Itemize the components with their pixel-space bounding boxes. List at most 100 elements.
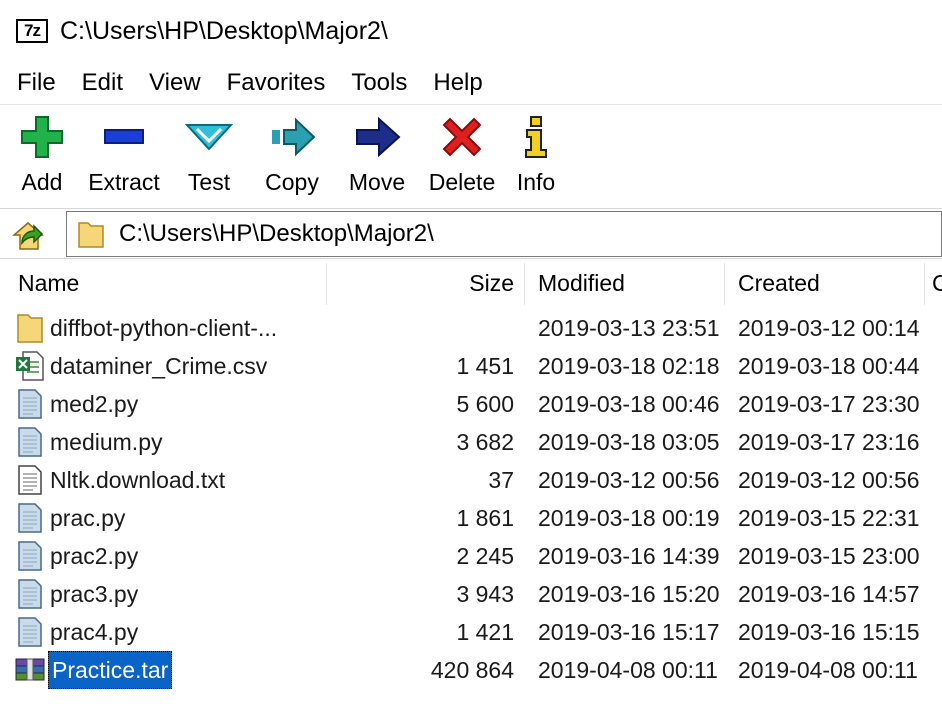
column-header-size[interactable]: Size (327, 259, 524, 309)
file-created: 2019-04-08 00:11 (738, 657, 918, 683)
file-size: 2 245 (456, 543, 514, 569)
menu-edit[interactable]: Edit (69, 63, 136, 103)
delete-label: Delete (428, 169, 496, 195)
file-row[interactable]: prac3.py 3 943 2019-03-16 15:20 2019-03-16 … (0, 575, 942, 613)
toolbar: Add Extract Test Copy Move Delete Info (0, 104, 942, 208)
address-row: C:\Users\HP\Desktop\Major2\ (0, 208, 942, 258)
address-path: C:\Users\HP\Desktop\Major2\ (119, 220, 434, 247)
file-size: 3 943 (456, 581, 514, 607)
file-size: 5 600 (456, 391, 514, 417)
copy-label: Copy (265, 169, 319, 195)
up-arrow-icon (12, 221, 44, 250)
folder-icon (14, 312, 46, 344)
column-header-extra[interactable]: C (926, 259, 942, 309)
file-name: diffbot-python-client-... (50, 315, 278, 341)
file-created: 2019-03-16 15:15 (738, 619, 920, 645)
file-name: prac.py (50, 505, 126, 531)
minus-icon (98, 111, 150, 163)
test-button[interactable]: Test (170, 105, 248, 196)
file-modified: 2019-03-18 00:46 (538, 391, 720, 417)
python-file-icon (14, 388, 46, 420)
menu-tools[interactable]: Tools (338, 63, 420, 103)
file-size: 1 861 (456, 505, 514, 531)
menu-favorites[interactable]: Favorites (214, 63, 339, 103)
file-name: dataminer_Crime.csv (50, 353, 268, 379)
test-label: Test (187, 169, 231, 195)
file-modified: 2019-03-18 02:18 (538, 353, 720, 379)
move-arrow-icon (351, 111, 403, 163)
python-file-icon (14, 616, 46, 648)
column-header-name[interactable]: Name (8, 259, 326, 309)
move-label: Move (348, 169, 406, 195)
archive-file-icon (14, 654, 46, 686)
python-file-icon (14, 502, 46, 534)
file-modified: 2019-03-13 23:51 (538, 315, 720, 341)
file-modified: 2019-04-08 00:11 (538, 657, 718, 683)
column-separator[interactable] (524, 263, 525, 305)
file-created: 2019-03-15 22:31 (738, 505, 920, 531)
column-separator[interactable] (924, 263, 925, 305)
file-size: 1 451 (456, 353, 514, 379)
excel-file-icon (14, 350, 46, 382)
file-row[interactable]: diffbot-python-client-... 2019-03-13 23:5… (0, 309, 942, 347)
file-row[interactable]: Nltk.download.txt 37 2019-03-12 00:56 2019-… (0, 461, 942, 499)
move-button[interactable]: Move (336, 105, 418, 196)
column-header-modified[interactable]: Modified (528, 259, 724, 309)
column-header-created[interactable]: Created (728, 259, 924, 309)
file-modified: 2019-03-16 14:39 (538, 543, 720, 569)
folder-icon (78, 222, 104, 248)
menu-bar: File Edit View Favorites Tools Help (0, 62, 942, 104)
file-created: 2019-03-12 00:56 (738, 467, 920, 493)
add-label: Add (21, 169, 63, 195)
plus-icon (16, 111, 68, 163)
file-name: Practice.tar (48, 651, 173, 689)
checkmark-icon (183, 111, 235, 163)
file-name: prac3.py (50, 581, 139, 607)
menu-view[interactable]: View (136, 63, 214, 103)
file-size: 1 421 (456, 619, 514, 645)
file-list: Name Size Modified Created C diffbot-pyt… (0, 258, 942, 712)
file-created: 2019-03-12 00:14 (738, 315, 920, 341)
extract-label: Extract (88, 169, 160, 195)
file-row[interactable]: medium.py 3 682 2019-03-18 03:05 2019-03-17… (0, 423, 942, 461)
file-row[interactable]: prac4.py 1 421 2019-03-16 15:17 2019-03-16 … (0, 613, 942, 651)
file-modified: 2019-03-16 15:20 (538, 581, 720, 607)
column-separator[interactable] (724, 263, 725, 305)
file-created: 2019-03-18 00:44 (738, 353, 920, 379)
file-row[interactable]: Practice.tar 420 864 2019-04-08 00:11 2019-… (0, 651, 942, 689)
up-folder-button[interactable] (0, 210, 56, 258)
file-rows: diffbot-python-client-... 2019-03-13 23:5… (0, 309, 942, 689)
text-file-icon (14, 464, 46, 496)
file-name: medium.py (50, 429, 163, 455)
file-size: 3 682 (456, 429, 514, 455)
file-modified: 2019-03-12 00:56 (538, 467, 720, 493)
menu-help[interactable]: Help (420, 63, 495, 103)
file-modified: 2019-03-18 03:05 (538, 429, 720, 455)
file-name: med2.py (50, 391, 139, 417)
copy-button[interactable]: Copy (252, 105, 332, 196)
file-row[interactable]: prac2.py 2 245 2019-03-16 14:39 2019-03-15 … (0, 537, 942, 575)
python-file-icon (14, 578, 46, 610)
info-label: Info (516, 169, 556, 195)
file-modified: 2019-03-16 15:17 (538, 619, 720, 645)
file-modified: 2019-03-18 00:19 (538, 505, 720, 531)
extract-button[interactable]: Extract (82, 105, 166, 196)
file-created: 2019-03-17 23:16 (738, 429, 920, 455)
file-row[interactable]: dataminer_Crime.csv 1 451 2019-03-18 02:18… (0, 347, 942, 385)
address-input[interactable]: C:\Users\HP\Desktop\Major2\ (66, 211, 942, 257)
file-row[interactable]: med2.py 5 600 2019-03-18 00:46 2019-03-17 2… (0, 385, 942, 423)
list-header: Name Size Modified Created C (0, 259, 942, 309)
file-size: 37 (488, 467, 514, 493)
title-bar: 7z C:\Users\HP\Desktop\Major2\ (0, 0, 942, 62)
file-row[interactable]: prac.py 1 861 2019-03-18 00:19 2019-03-15 2… (0, 499, 942, 537)
file-created: 2019-03-16 14:57 (738, 581, 920, 607)
info-button[interactable]: Info (506, 105, 566, 196)
add-button[interactable]: Add (6, 105, 78, 196)
file-name: prac2.py (50, 543, 139, 569)
delete-button[interactable]: Delete (422, 105, 502, 196)
python-file-icon (14, 426, 46, 458)
menu-file[interactable]: File (4, 63, 69, 103)
delete-x-icon (436, 111, 488, 163)
python-file-icon (14, 540, 46, 572)
copy-arrow-icon (266, 111, 318, 163)
